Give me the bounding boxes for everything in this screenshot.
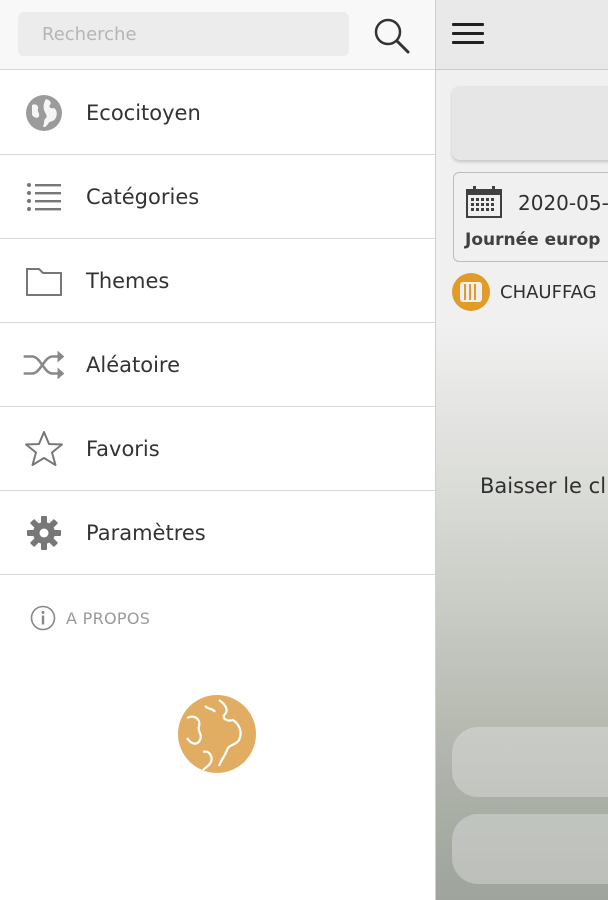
sidebar-item-label: Catégories [86, 184, 200, 209]
gear-icon [22, 511, 66, 555]
list-icon [22, 175, 66, 219]
sidebar-item-favoris[interactable]: Favoris [0, 407, 435, 491]
sidebar-item-aleatoire[interactable]: Aléatoire [0, 323, 435, 407]
globe-logo-icon [178, 695, 256, 773]
hamburger-icon[interactable] [452, 20, 486, 50]
sidebar-item-categories[interactable]: Catégories [0, 155, 435, 239]
search-input[interactable] [18, 12, 349, 56]
event-date: 2020-05- [518, 191, 608, 215]
sidebar-item-label: Favoris [86, 436, 160, 461]
star-icon [22, 427, 66, 471]
folder-icon [22, 259, 66, 303]
shuffle-icon [22, 343, 66, 387]
event-card[interactable]: 2020-05- Journée europ [453, 172, 608, 262]
info-icon [30, 605, 56, 631]
sidebar-item-label: Ecocitoyen [86, 100, 201, 125]
category-label: CHAUFFAG [500, 281, 597, 303]
sidebar-item-label: Aléatoire [86, 352, 180, 377]
action-button[interactable] [452, 814, 608, 884]
navigation-drawer: Ecocitoyen Catégories Themes [0, 0, 435, 900]
event-title: Journée europ [465, 230, 601, 250]
main-content: I 2020-05- Journée europ CHAUFFAG [435, 0, 608, 900]
tip-text: Baisser le cl [480, 474, 607, 498]
search-button[interactable] [370, 16, 414, 56]
sidebar-item-label: Paramètres [86, 520, 206, 545]
sidebar-item-themes[interactable]: Themes [0, 239, 435, 323]
sidebar-item-parametres[interactable]: Paramètres [0, 491, 435, 575]
about-label: A PROPOS [66, 608, 151, 628]
category-tag[interactable]: CHAUFFAG [452, 273, 597, 311]
top-app-bar [436, 0, 608, 70]
about-link[interactable]: A PROPOS [30, 604, 150, 632]
globe-icon [22, 91, 66, 135]
drawer-menu: Ecocitoyen Catégories Themes Aléatoire F… [0, 71, 435, 575]
sidebar-item-ecocitoyen[interactable]: Ecocitoyen [0, 71, 435, 155]
sidebar-item-label: Themes [86, 268, 170, 293]
search-icon [374, 18, 410, 54]
radiator-icon [452, 273, 490, 311]
drawer-header [0, 0, 435, 70]
calendar-icon [466, 186, 502, 218]
top-card[interactable]: I [452, 86, 608, 160]
action-button[interactable] [452, 727, 608, 797]
